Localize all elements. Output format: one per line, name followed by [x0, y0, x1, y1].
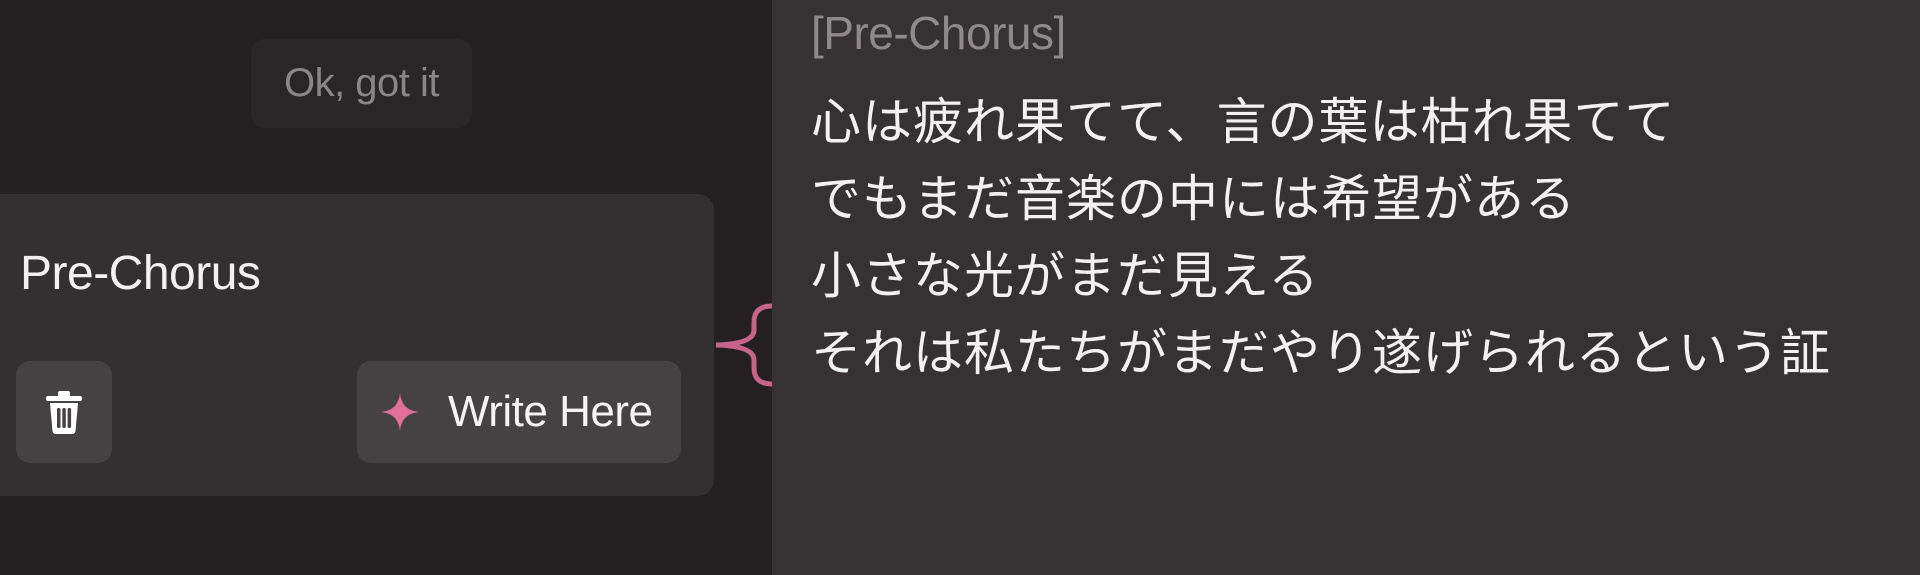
sparkle-icon [381, 393, 419, 431]
lyrics-section-heading: [Pre-Chorus] [811, 7, 1066, 59]
lyric-line[interactable]: でもまだ音楽の中には希望がある [811, 159, 1576, 231]
lyric-line[interactable]: 心は疲れ果てて、言の葉は枯れ果てて [811, 82, 1676, 154]
section-title: Pre-Chorus [20, 247, 261, 300]
section-card: Pre-Chorus Write Here [0, 194, 714, 496]
delete-section-button[interactable] [16, 361, 112, 463]
ok-got-it-button[interactable]: Ok, got it [251, 39, 472, 128]
trash-icon [46, 391, 82, 434]
lyrics-panel: [Pre-Chorus] 心は疲れ果てて、言の葉は枯れ果てて でもまだ音楽の中に… [772, 0, 1920, 575]
lyric-line[interactable]: それは私たちがまだやり遂げられるという証 [811, 313, 1831, 385]
write-here-label: Write Here [448, 387, 653, 436]
app-root: Ok, got it Pre-Chorus Write Here [Pre-Ch… [0, 0, 1920, 575]
lyric-line[interactable]: 小さな光がまだ見える [811, 236, 1320, 308]
curly-bracket-icon [715, 303, 774, 387]
write-here-button[interactable]: Write Here [357, 361, 681, 463]
section-panel: Ok, got it Pre-Chorus Write Here [0, 0, 774, 575]
